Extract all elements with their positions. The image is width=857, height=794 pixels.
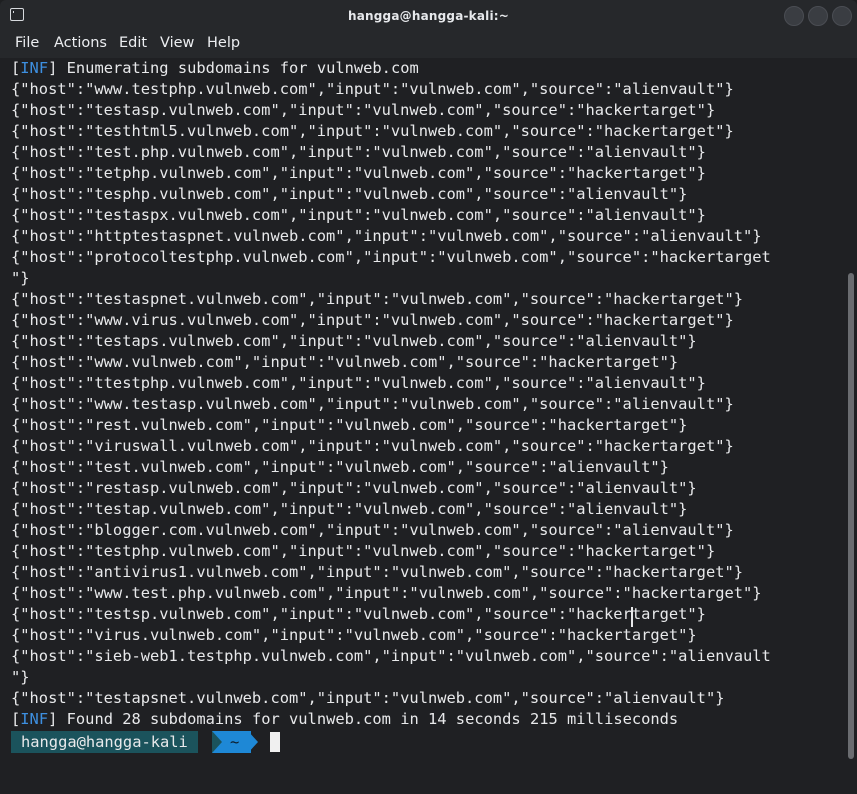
- start-message: Enumerating subdomains for vulnweb.com: [57, 59, 419, 77]
- output-line: {"host":"tetphp.vulnweb.com","input":"vu…: [11, 164, 706, 182]
- output-line: {"host":"virus.vulnweb.com","input":"vul…: [11, 626, 697, 644]
- end-message: Found 28 subdomains for vulnweb.com in 1…: [57, 710, 679, 728]
- prompt-end-arrow-icon: [248, 731, 258, 753]
- output-line: {"host":"testap.vulnweb.com","input":"vu…: [11, 500, 688, 518]
- output-line: {"host":"www.virus.vulnweb.com","input":…: [11, 311, 734, 329]
- menu-help[interactable]: Help: [207, 32, 240, 58]
- output-line: {"host":"testhtml5.vulnweb.com","input":…: [11, 122, 734, 140]
- output-line: {"host":"testaspx.vulnweb.com","input":"…: [11, 206, 706, 224]
- scrollbar[interactable]: [846, 58, 857, 794]
- info-line-start: [INF] Enumerating subdomains for vulnweb…: [11, 59, 419, 77]
- scroll-thumb[interactable]: [848, 273, 854, 759]
- terminal-window: hangga@hangga-kali:~ File Actions Edit V…: [0, 0, 857, 794]
- window-title: hangga@hangga-kali:~: [347, 9, 510, 23]
- output-line: {"host":"antivirus1.vulnweb.com","input"…: [11, 563, 744, 581]
- output-line: {"host":"tesphp.vulnweb.com","input":"vu…: [11, 185, 688, 203]
- output-line: {"host":"www.testasp.vulnweb.com","input…: [11, 395, 734, 413]
- menu-bar: File Actions Edit View Help: [0, 32, 857, 58]
- output-line: "}: [11, 269, 30, 287]
- info-line-end: [INF] Found 28 subdomains for vulnweb.co…: [11, 710, 679, 728]
- output-line: {"host":"blogger.com.vulnweb.com","input…: [11, 521, 734, 539]
- output-line: {"host":"sieb-web1.testphp.vulnweb.com",…: [11, 647, 771, 665]
- output-line: {"host":"www.testphp.vulnweb.com","input…: [11, 80, 734, 98]
- output-line: "}: [11, 668, 30, 686]
- output-line: {"host":"testaspnet.vulnweb.com","input"…: [11, 290, 744, 308]
- output-line: {"host":"testphp.vulnweb.com","input":"v…: [11, 542, 716, 560]
- title-bar[interactable]: hangga@hangga-kali:~: [0, 0, 857, 33]
- output-line: {"host":"testapsnet.vulnweb.com","input"…: [11, 689, 725, 707]
- prompt-user-host: hangga@hangga-kali: [11, 731, 198, 753]
- output-line: {"host":"ttestphp.vulnweb.com","input":"…: [11, 374, 706, 392]
- output-line: {"host":"test.vulnweb.com","input":"vuln…: [11, 458, 669, 476]
- terminal-output[interactable]: [INF] Enumerating subdomains for vulnweb…: [0, 58, 846, 794]
- output-line: {"host":"www.vulnweb.com","input":"vulnw…: [11, 353, 679, 371]
- output-line: {"host":"viruswall.vulnweb.com","input":…: [11, 437, 734, 455]
- text-cursor-icon: [631, 607, 635, 627]
- prompt-separator-icon: [212, 731, 222, 753]
- output-line: {"host":"httptestaspnet.vulnweb.com","in…: [11, 227, 762, 245]
- close-button[interactable]: [832, 6, 852, 26]
- output-line: {"host":"protocoltestphp.vulnweb.com","i…: [11, 248, 771, 266]
- block-cursor: [270, 732, 280, 752]
- output-line: {"host":"test.php.vulnweb.com","input":"…: [11, 143, 706, 161]
- menu-actions[interactable]: Actions: [54, 32, 107, 58]
- menu-file[interactable]: File: [15, 32, 39, 58]
- output-line: {"host":"www.test.php.vulnweb.com","inpu…: [11, 584, 762, 602]
- inf-tag: INF: [20, 59, 49, 77]
- menu-edit[interactable]: Edit: [119, 32, 147, 58]
- output-line: {"host":"testsp.vulnweb.com","input":"vu…: [11, 605, 706, 623]
- menu-view[interactable]: View: [160, 32, 194, 58]
- output-line: {"host":"testasp.vulnweb.com","input":"v…: [11, 101, 716, 119]
- maximize-button[interactable]: [808, 6, 828, 26]
- inf-tag: INF: [20, 710, 49, 728]
- output-line: {"host":"restasp.vulnweb.com","input":"v…: [11, 479, 697, 497]
- output-line: {"host":"testaps.vulnweb.com","input":"v…: [11, 332, 697, 350]
- minimize-button[interactable]: [784, 6, 804, 26]
- output-line: {"host":"rest.vulnweb.com","input":"vuln…: [11, 416, 688, 434]
